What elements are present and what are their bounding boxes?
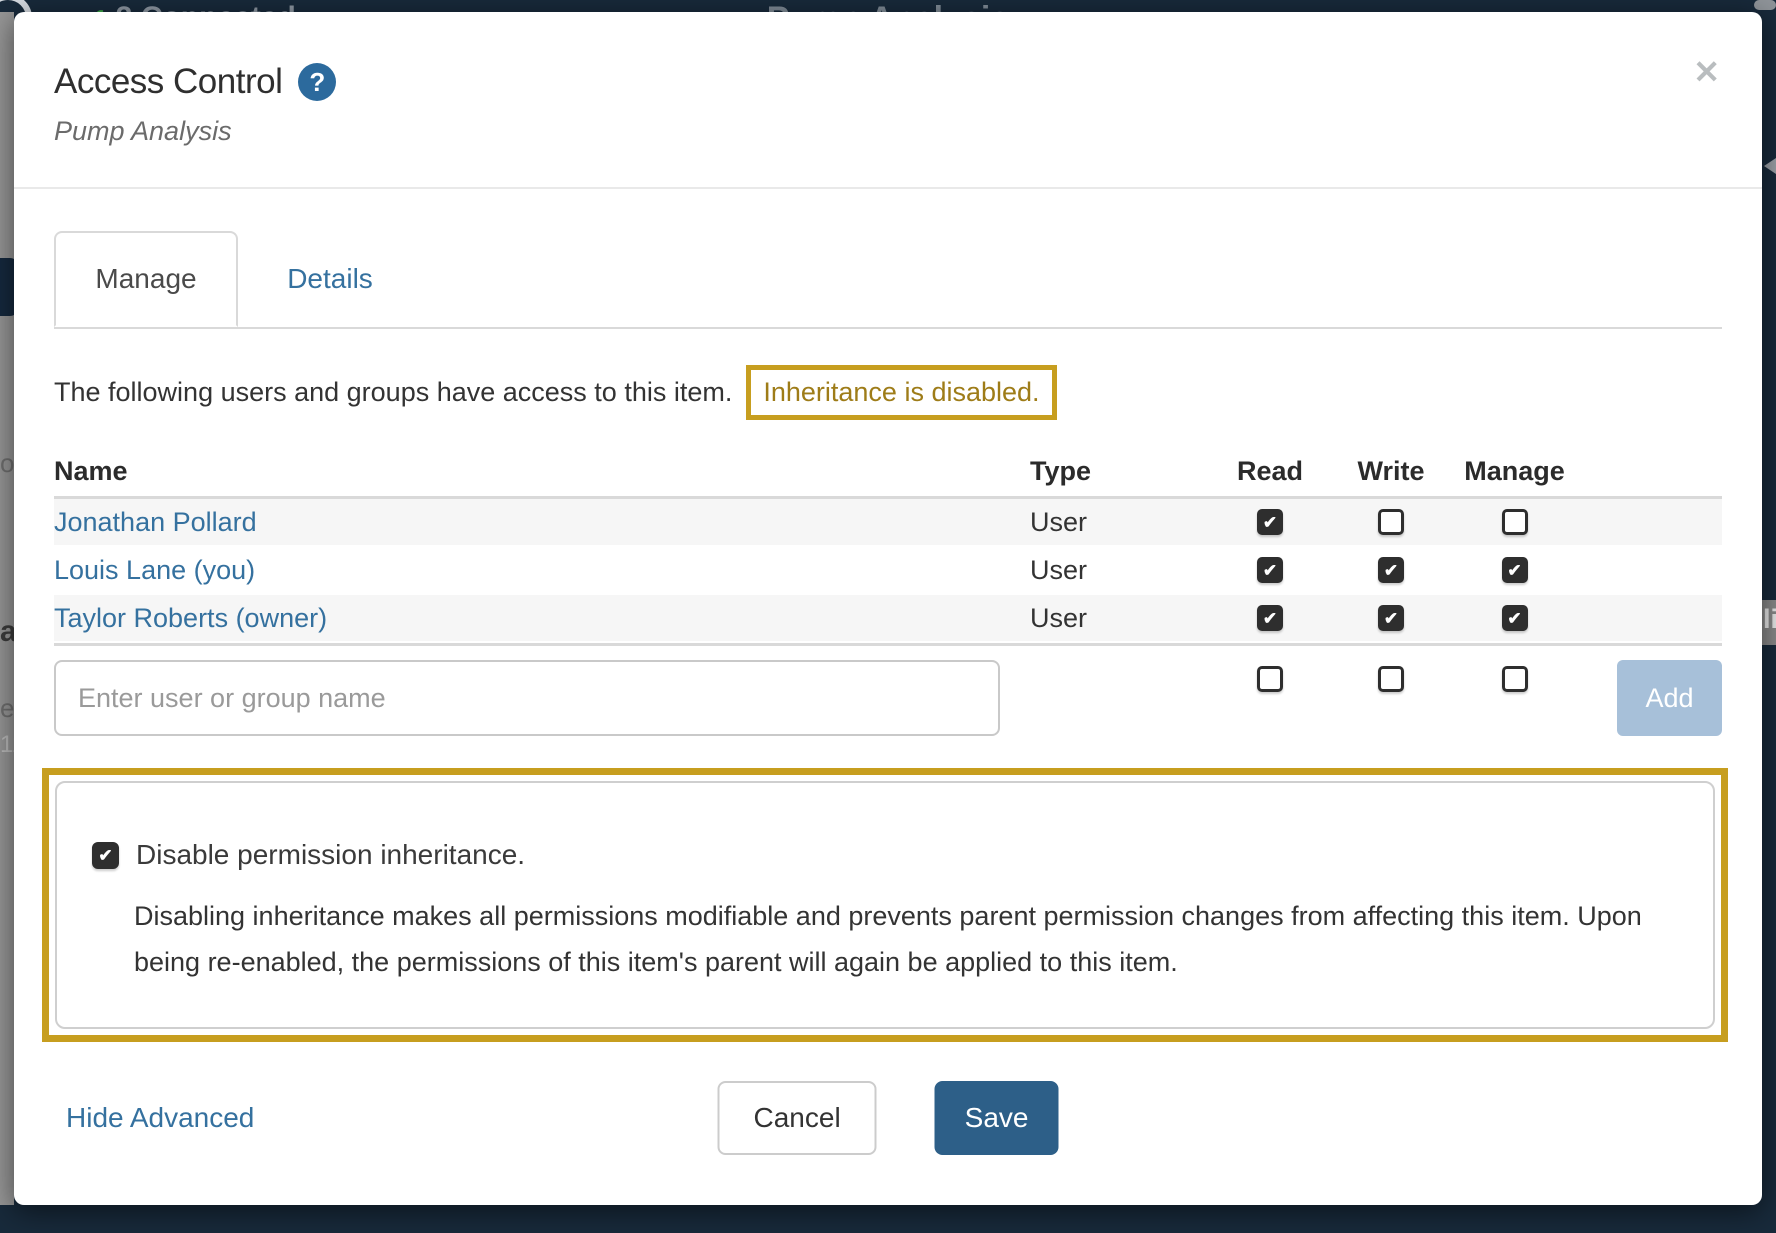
column-header-manage: Manage xyxy=(1464,456,1565,487)
background-corner-widget xyxy=(1754,0,1776,10)
user-name-link[interactable]: Taylor Roberts (owner) xyxy=(54,603,1030,634)
hide-advanced-link[interactable]: Hide Advanced xyxy=(66,1102,254,1134)
dialog-footer: Hide Advanced Cancel Save xyxy=(54,1080,1722,1156)
table-row: Taylor Roberts (owner) User xyxy=(54,595,1722,643)
background-page-title: Pump Analysis xyxy=(0,0,1776,12)
write-checkbox[interactable] xyxy=(1378,605,1404,631)
write-checkbox[interactable] xyxy=(1378,557,1404,583)
cancel-button[interactable]: Cancel xyxy=(718,1081,877,1155)
save-button[interactable]: Save xyxy=(935,1081,1059,1155)
background-text-fragment: ol xyxy=(0,448,14,479)
table-row: Louis Lane (you) User xyxy=(54,547,1722,595)
table-divider xyxy=(54,643,1722,646)
table-row: Jonathan Pollard User xyxy=(54,499,1722,547)
background-text-fragment: er xyxy=(0,693,14,724)
background-text-fragment: li xyxy=(1763,604,1776,635)
add-user-row: Add xyxy=(54,660,1722,736)
inheritance-highlight-box: Disable permission inheritance. Disablin… xyxy=(42,768,1728,1042)
dialog-subtitle: Pump Analysis xyxy=(54,116,1722,147)
background-arrow-icon xyxy=(1764,158,1776,174)
add-button[interactable]: Add xyxy=(1617,660,1722,736)
read-checkbox[interactable] xyxy=(1257,557,1283,583)
column-header-read: Read xyxy=(1237,456,1303,487)
manage-checkbox[interactable] xyxy=(1502,557,1528,583)
manage-checkbox[interactable] xyxy=(1502,509,1528,535)
write-checkbox[interactable] xyxy=(1378,509,1404,535)
table-header-row: Name Type Read Write Manage xyxy=(54,446,1722,496)
help-icon[interactable]: ? xyxy=(298,63,336,101)
user-search-input[interactable] xyxy=(54,660,1000,736)
access-control-dialog: Access Control ? Pump Analysis ✕ Manage … xyxy=(14,12,1762,1205)
tab-manage[interactable]: Manage xyxy=(54,231,238,327)
tab-bar: Manage Details xyxy=(54,231,1722,329)
column-header-name: Name xyxy=(54,456,1030,487)
user-type: User xyxy=(1030,603,1210,634)
user-name-link[interactable]: Louis Lane (you) xyxy=(54,555,1030,586)
background-left-edge: ol al er 11 xyxy=(0,12,14,1205)
table-body: Jonathan Pollard User Louis Lane (you) U… xyxy=(54,499,1722,643)
read-checkbox[interactable] xyxy=(1257,666,1283,692)
disable-inheritance-label: Disable permission inheritance. xyxy=(136,839,525,871)
write-checkbox[interactable] xyxy=(1378,666,1404,692)
manage-checkbox[interactable] xyxy=(1502,666,1528,692)
user-name-link[interactable]: Jonathan Pollard xyxy=(54,507,1030,538)
manage-checkbox[interactable] xyxy=(1502,605,1528,631)
inheritance-description: Disabling inheritance makes all permissi… xyxy=(134,893,1649,985)
close-icon[interactable]: ✕ xyxy=(1693,56,1720,88)
read-checkbox[interactable] xyxy=(1257,509,1283,535)
header-divider xyxy=(14,187,1762,189)
dialog-header: Access Control ? Pump Analysis ✕ xyxy=(14,12,1762,147)
background-text-fragment: al xyxy=(0,615,14,649)
user-type: User xyxy=(1030,555,1210,586)
advanced-panel: Disable permission inheritance. Disablin… xyxy=(55,781,1715,1029)
tab-details[interactable]: Details xyxy=(238,231,422,327)
column-header-type: Type xyxy=(1030,456,1210,487)
disable-inheritance-checkbox[interactable] xyxy=(92,842,119,869)
read-checkbox[interactable] xyxy=(1257,605,1283,631)
background-top-bar: ✔3 Connected Pump Analysis xyxy=(0,0,1776,12)
access-intro-text: The following users and groups have acce… xyxy=(54,377,732,408)
permissions-table: Name Type Read Write Manage Jonathan Pol… xyxy=(54,446,1722,646)
background-text-fragment: 11 xyxy=(0,731,14,759)
dialog-title: Access Control xyxy=(54,62,282,102)
inheritance-disabled-notice: Inheritance is disabled. xyxy=(746,365,1056,420)
background-button-fragment xyxy=(0,258,14,316)
background-right-edge: li xyxy=(1762,600,1776,645)
column-header-write: Write xyxy=(1357,456,1424,487)
user-type: User xyxy=(1030,507,1210,538)
